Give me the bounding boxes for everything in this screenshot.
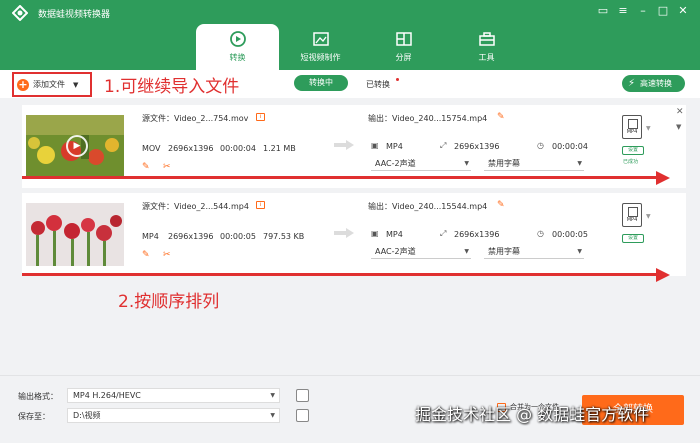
- app-logo-icon: [12, 5, 28, 21]
- maximize-icon[interactable]: □: [656, 4, 670, 18]
- lightning-icon: ⚡: [627, 78, 636, 89]
- chevron-down-icon[interactable]: ▼: [646, 213, 651, 220]
- short-video-icon: [312, 32, 329, 46]
- tab-split-screen[interactable]: 分屏: [362, 24, 445, 70]
- source-format: MOV: [142, 144, 161, 153]
- chevron-down-icon: ▼: [464, 160, 469, 167]
- save-path-select[interactable]: D:\视频 ▼: [67, 408, 280, 423]
- tab-convert[interactable]: 转换: [196, 24, 279, 70]
- toolbar: + 添加文件 ▼ 1.可继续导入文件 转换中 已转换 ⚡ 高速转换: [0, 70, 700, 98]
- tab-converted[interactable]: 已转换: [366, 79, 390, 90]
- info-icon[interactable]: i: [256, 201, 265, 209]
- notification-dot: [396, 78, 399, 81]
- output-format-select[interactable]: MP4 H.264/HEVC ▼: [67, 388, 280, 403]
- tab-converting[interactable]: 转换中: [294, 75, 348, 91]
- resolution-icon: ⤢: [440, 229, 447, 238]
- magic-wand-icon[interactable]: ✎: [142, 250, 150, 260]
- annotation-continue-import: 1.可继续导入文件: [104, 77, 240, 97]
- annotation-arrow-head: [656, 171, 670, 185]
- convert-arrow-icon: [334, 140, 354, 150]
- title-bar: 数据蛙视频转换器 ▭ ≡ – □ ✕ 转换 短视频制作 分屏 工具: [0, 0, 700, 70]
- chevron-down-icon: ▼: [270, 412, 275, 419]
- chevron-down-icon: ▼: [577, 160, 582, 167]
- window-controls: ▭ ≡ – □ ✕: [596, 4, 690, 18]
- annotation-arrow-line: [22, 176, 656, 179]
- output-file-name: 输出：Video_240...15544.mp4: [368, 202, 488, 211]
- file-card: 源文件：Video_2...544.mp4 i MP4 2696x1396 00…: [22, 193, 686, 276]
- output-file-name: 输出：Video_240...15754.mp4: [368, 114, 488, 123]
- source-size: 797.53 KB: [263, 232, 305, 241]
- edit-icon[interactable]: ✎: [497, 112, 505, 122]
- minimize-icon[interactable]: –: [636, 4, 650, 18]
- app-title: 数据蛙视频转换器: [38, 10, 111, 20]
- source-file-name: 源文件：Video_2...754.mov: [142, 114, 249, 123]
- clock-icon: ◷: [537, 229, 544, 238]
- main-tabs: 转换 短视频制作 分屏 工具: [196, 24, 528, 70]
- menu-icon[interactable]: ≡: [616, 4, 630, 18]
- watermark: 掘金技术社区 @ 数据蛙官方软件: [415, 405, 650, 424]
- output-duration: 00:00:04: [552, 142, 588, 151]
- format-settings-icon[interactable]: [296, 389, 309, 402]
- tab-short-video[interactable]: 短视频制作: [279, 24, 362, 70]
- source-resolution: 2696x1396: [168, 144, 214, 153]
- source-duration: 00:00:04: [220, 144, 256, 153]
- chevron-down-icon[interactable]: ▼: [676, 123, 681, 131]
- add-icon: +: [17, 77, 29, 91]
- output-format-label: 输出格式：: [18, 392, 58, 401]
- scissors-icon[interactable]: ✂: [163, 250, 171, 260]
- chevron-down-icon: ▼: [270, 392, 275, 399]
- audio-track-select[interactable]: AAC-2声道 ▼: [371, 157, 471, 171]
- resolution-icon: ⤢: [440, 141, 447, 150]
- convert-icon: [229, 31, 246, 47]
- magic-wand-icon[interactable]: ✎: [142, 162, 150, 172]
- source-duration: 00:00:05: [220, 232, 256, 241]
- annotation-arrow-head: [656, 268, 670, 282]
- chevron-down-icon[interactable]: ▼: [73, 81, 78, 89]
- format-icon: ▣: [371, 141, 379, 150]
- settings-button[interactable]: 设置: [622, 146, 644, 155]
- chevron-down-icon: ▼: [464, 248, 469, 255]
- close-icon[interactable]: ✕: [676, 4, 690, 18]
- video-thumbnail[interactable]: ▶: [26, 115, 124, 178]
- source-file-name: 源文件：Video_2...544.mp4: [142, 202, 249, 211]
- chevron-down-icon: ▼: [577, 248, 582, 255]
- clock-icon: ◷: [537, 141, 544, 150]
- thumbnail-image: [26, 203, 124, 266]
- convert-arrow-icon: [334, 228, 354, 238]
- close-icon[interactable]: ✕: [676, 107, 684, 117]
- audio-track-select[interactable]: AAC-2声道 ▼: [371, 245, 471, 259]
- output-resolution: 2696x1396: [454, 142, 500, 151]
- format-icon: ▣: [371, 229, 379, 238]
- feedback-icon[interactable]: ▭: [596, 4, 610, 18]
- output-format: MP4: [386, 230, 403, 239]
- annotation-order: 2.按顺序排列: [118, 292, 220, 312]
- source-format: MP4: [142, 232, 159, 241]
- scissors-icon[interactable]: ✂: [163, 162, 171, 172]
- output-format-badge[interactable]: MP4: [622, 115, 642, 139]
- output-format: MP4: [386, 142, 403, 151]
- tab-tools[interactable]: 工具: [445, 24, 528, 70]
- play-icon[interactable]: ▶: [66, 135, 88, 157]
- source-resolution: 2696x1396: [168, 232, 214, 241]
- add-file-button[interactable]: + 添加文件 ▼: [12, 72, 92, 97]
- main-area: + 添加文件 ▼ 1.可继续导入文件 转换中 已转换 ⚡ 高速转换 ▶ 源文件：…: [0, 70, 700, 443]
- chevron-down-icon[interactable]: ▼: [646, 125, 651, 132]
- video-thumbnail[interactable]: [26, 203, 124, 266]
- split-screen-icon: [395, 32, 412, 46]
- annotation-arrow-line: [22, 273, 656, 276]
- settings-button[interactable]: 设置: [622, 234, 644, 243]
- subtitle-select[interactable]: 禁用字幕 ▼: [484, 157, 584, 171]
- source-size: 1.21 MB: [263, 144, 296, 153]
- save-to-label: 保存至：: [18, 412, 50, 421]
- output-duration: 00:00:05: [552, 230, 588, 239]
- output-resolution: 2696x1396: [454, 230, 500, 239]
- high-speed-convert-button[interactable]: ⚡ 高速转换: [622, 75, 685, 92]
- subtitle-select[interactable]: 禁用字幕 ▼: [484, 245, 584, 259]
- edit-icon[interactable]: ✎: [497, 200, 505, 210]
- status-text: 已成功: [623, 159, 639, 165]
- folder-icon[interactable]: [296, 409, 309, 422]
- output-format-badge[interactable]: MP4: [622, 203, 642, 227]
- toolbox-icon: [478, 32, 495, 46]
- info-icon[interactable]: i: [256, 113, 265, 121]
